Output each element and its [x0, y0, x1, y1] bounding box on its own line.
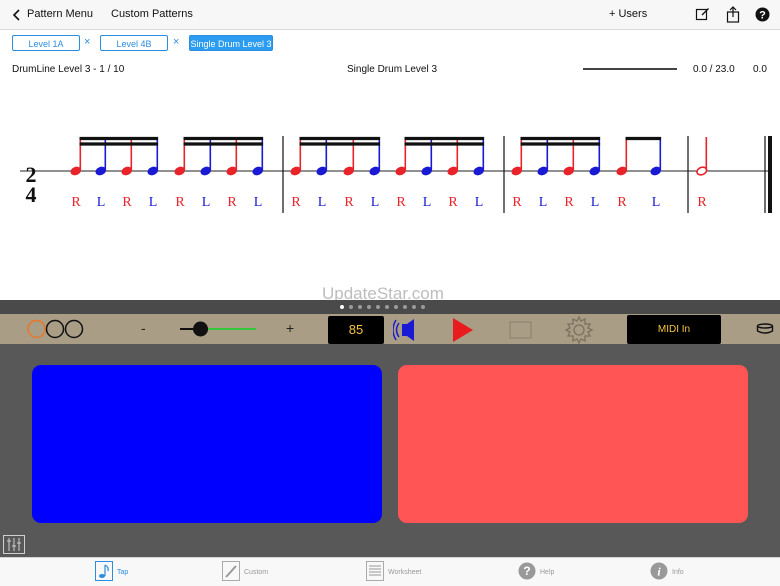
sticking-label: L [97, 195, 106, 210]
sticking-label: R [697, 195, 707, 210]
close-tab-0-icon[interactable]: × [84, 36, 90, 48]
page-dot[interactable] [367, 305, 371, 309]
page-dot[interactable] [340, 305, 344, 309]
sticking-label: R [448, 195, 458, 210]
svg-text:?: ? [759, 10, 766, 22]
back-label: Pattern Menu [27, 8, 94, 20]
slider-thumb[interactable] [193, 321, 209, 337]
sticking-label: L [423, 195, 432, 210]
sticking-label: R [512, 195, 522, 210]
sticking-label: L [591, 195, 600, 210]
page-dot[interactable] [394, 305, 398, 309]
page-dot[interactable] [349, 305, 353, 309]
speaker-icon[interactable] [393, 317, 419, 343]
sticking-label: L [202, 195, 211, 210]
sticking-label: R [344, 195, 354, 210]
custom-patterns-button[interactable]: Custom Patterns [111, 8, 193, 20]
page-dot[interactable] [412, 305, 416, 309]
sticking-label: L [149, 195, 158, 210]
tempo-display[interactable]: 85 [328, 316, 384, 344]
volume-up-button[interactable]: + [286, 320, 294, 336]
volume-down-button[interactable]: - [141, 320, 146, 336]
drum-icon[interactable] [756, 323, 774, 335]
metronome-box-icon[interactable] [509, 320, 533, 340]
info-icon: i [650, 562, 668, 580]
page-dot[interactable] [421, 305, 425, 309]
left-drum-pad[interactable] [32, 365, 382, 523]
page-dot[interactable] [403, 305, 407, 309]
control-bar-top-strip [0, 300, 780, 314]
sticking-label: L [371, 195, 380, 210]
score-readout: 0.0 [753, 64, 767, 75]
pattern-tab-1[interactable]: Level 4B [100, 35, 168, 51]
sticking-label: R [227, 195, 237, 210]
sticking-label: R [617, 195, 627, 210]
page-dot[interactable] [358, 305, 362, 309]
level-label: DrumLine Level 3 - 1 / 10 [12, 64, 125, 75]
help-icon: ? [518, 562, 536, 580]
chevron-left-icon [12, 9, 20, 21]
play-icon[interactable] [452, 317, 474, 343]
right-drum-pad[interactable] [398, 365, 748, 523]
tab-info[interactable]: i Info [650, 561, 710, 583]
sticking-label: L [539, 195, 548, 210]
tab-tap-label: Tap [117, 569, 129, 576]
music-score: 24 R L R L R L R L R L R L R L R L R L R L R L R [20, 136, 772, 213]
sticking-label: L [318, 195, 327, 210]
sticking-label: R [71, 195, 81, 210]
worksheet-icon [366, 561, 384, 581]
tab-custom[interactable]: Custom [222, 561, 292, 583]
tab-help[interactable]: ? Help [518, 561, 578, 583]
voices-toggle-icon[interactable] [27, 319, 85, 339]
sticking-label: R [291, 195, 301, 210]
note-icon [95, 561, 113, 581]
pencil-icon [222, 561, 240, 581]
sticking-label: L [254, 195, 263, 210]
tab-custom-label: Custom [244, 569, 269, 576]
share-icon[interactable] [726, 6, 740, 23]
tab-help-label: Help [540, 569, 555, 576]
tempo-value: 85 [348, 322, 364, 337]
svg-text:?: ? [523, 564, 530, 578]
back-button[interactable]: Pattern Menu [12, 7, 102, 23]
time-sig-bottom: 4 [26, 182, 37, 207]
tab-worksheet-label: Worksheet [388, 569, 422, 576]
gear-icon[interactable] [564, 315, 594, 345]
midi-in-button[interactable]: MIDI In [627, 315, 721, 344]
close-tab-1-icon[interactable]: × [173, 36, 179, 48]
sticking-label: R [396, 195, 406, 210]
mixer-icon[interactable] [3, 535, 25, 554]
volume-slider[interactable] [178, 320, 258, 338]
sticking-label: R [564, 195, 574, 210]
page-dot[interactable] [376, 305, 380, 309]
pattern-tab-0[interactable]: Level 1A [12, 35, 80, 51]
tab-tap[interactable]: Tap [95, 561, 155, 583]
users-button[interactable]: + Users [609, 8, 647, 20]
midi-in-label: MIDI In [657, 324, 691, 335]
sticking-label: R [175, 195, 185, 210]
tab-worksheet[interactable]: Worksheet [366, 561, 446, 583]
sticking-label: R [122, 195, 132, 210]
sticking-label: L [652, 195, 661, 210]
sticking-label: L [475, 195, 484, 210]
progress-readout: 0.0 / 23.0 [693, 64, 735, 75]
pattern-tab-2[interactable]: Single Drum Level 3 [189, 35, 273, 51]
pattern-name: Single Drum Level 3 [347, 64, 438, 75]
edit-icon[interactable] [695, 7, 710, 22]
progress-bar [583, 68, 677, 70]
tab-info-label: Info [672, 569, 684, 576]
help-circle-icon[interactable]: ? [755, 7, 770, 22]
page-dot[interactable] [385, 305, 389, 309]
